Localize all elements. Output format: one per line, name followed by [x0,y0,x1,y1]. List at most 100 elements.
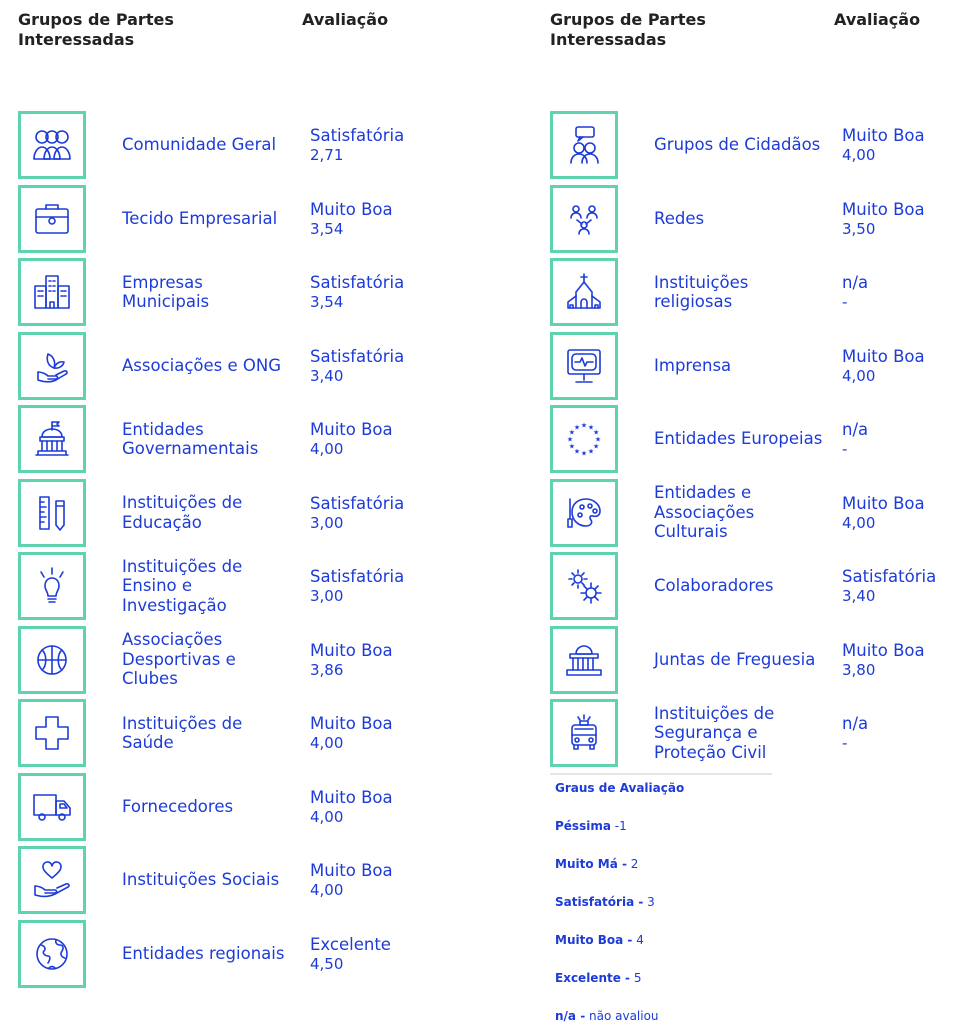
stakeholder-name: Instituições de Saúde [122,713,243,753]
evaluation: Muito Boa 4,00 [842,111,955,179]
fire-truck-icon [550,699,618,767]
stakeholder-name: Colaboradores [654,576,774,596]
evaluation-label: Muito Boa [310,199,393,219]
evaluation-label: Muito Boa [842,493,925,513]
svg-text:★: ★ [593,429,599,437]
stakeholder-name: Juntas de Freguesia [654,649,816,669]
stakeholder-name: Imprensa [654,355,732,375]
stakeholder-name: Associações e ONG [122,355,282,375]
evaluation-score: 3,50 [842,219,876,238]
header-stakeholder-groups: Grupos de Partes Interessadas [550,10,706,49]
stakeholder-name: Instituições de Segurança e Proteção Civ… [654,703,775,762]
evaluation: Satisfatória 3,40 [310,332,450,400]
svg-text:★: ★ [581,422,587,430]
hand-heart-icon [18,846,86,914]
legend-item: Excelente - 5 [555,970,855,986]
evaluation-score: 4,00 [310,734,344,752]
evaluation-score: - [842,440,848,458]
evaluation-label: Satisfatória [310,273,405,292]
gears-icon [550,552,618,620]
legend-item: Satisfatória - 3 [555,894,855,910]
legend-item-value: 3 [643,895,655,909]
evaluation-score: 3,00 [310,513,344,532]
evaluation-score: 4,00 [310,440,344,458]
evaluation-score: 4,50 [310,954,344,973]
evaluation-label: n/a [842,273,869,292]
evaluation-score: 3,40 [310,366,344,385]
evaluation-label: Satisfatória [310,493,405,513]
evaluation-score: 4,00 [842,366,876,385]
evaluation-score: 3,00 [310,587,344,605]
evaluation-score: 4,00 [842,146,876,164]
legend-item-value: 5 [630,971,642,985]
header-evaluation: Avaliação [834,10,921,29]
legend-item-label: Excelente - [555,971,631,985]
legend-item-label: Muito Boa - [555,933,633,947]
buildings-icon [18,258,86,326]
basketball-icon [18,625,86,694]
stakeholder-name: Entidades e Associações Culturais [654,483,755,542]
evaluation: Muito Boa 3,80 [842,626,955,694]
evaluation: Satisfatória 3,00 [310,552,450,620]
evaluation-score: 3,80 [842,660,876,679]
evaluation: n/a - [842,405,955,473]
lightbulb-icon [18,552,86,620]
evaluation-label: Muito Boa [310,420,393,439]
evaluation-label: Excelente [310,934,391,954]
globe-icon [18,919,86,988]
header-evaluation: Avaliação [302,10,389,29]
right-header: Grupos de Partes Interessadas Avaliação [550,0,955,92]
legend-item-label: Péssima [555,819,611,833]
stakeholder-name: Fornecedores [122,796,234,816]
evaluation: Muito Boa 3,54 [310,185,450,253]
svg-text:★: ★ [567,436,573,444]
left-header: Grupos de Partes Interessadas Avaliação [18,0,458,92]
evaluation-label: Muito Boa [842,346,925,366]
evaluation-score: - [842,734,848,752]
legend-items: Péssima -1 Muito Má - 2 Satisfatória - 3 Mu… [555,818,855,1024]
network-icon [550,184,618,253]
svg-text:★: ★ [569,443,575,451]
legend-item-label: n/a - [555,1009,586,1023]
legend-item: n/a - não avaliou [555,1008,855,1024]
legend-item-label: Satisfatória - [555,895,644,909]
evaluation: Satisfatória 3,40 [842,552,955,620]
ruler-pencil-icon [18,478,86,547]
church-icon [550,258,618,326]
right-column: Grupos de Partes Interessadas Avaliação … [550,0,955,767]
evaluation-score: - [842,293,848,311]
evaluation-label: Muito Boa [842,640,925,660]
evaluation: Muito Boa 4,00 [310,846,450,914]
evaluation: Excelente 4,50 [310,920,450,988]
stakeholder-name: Redes [654,208,705,228]
briefcase-icon [18,184,86,253]
evaluation-label: Satisfatória [310,567,405,586]
evaluation: Satisfatória 3,00 [310,479,450,547]
hand-plant-icon [18,331,86,400]
evaluation-label: Muito Boa [842,126,925,145]
evaluation: Muito Boa 4,00 [310,773,450,841]
evaluation-label: Muito Boa [310,787,393,807]
evaluation-label: Satisfatória [310,346,405,366]
evaluation-label: Satisfatória [842,567,937,586]
stakeholder-name: Entidades regionais [122,943,285,963]
legend-item: Péssima -1 [555,818,855,834]
evaluation: Muito Boa 4,00 [310,405,450,473]
stakeholder-name: Instituições de Ensino e Investigação [122,556,243,615]
eu-stars-icon: ★ ★ ★ ★ ★ ★ ★ ★ ★ ★ ★ ★ [550,405,618,473]
evaluation-label: Muito Boa [842,199,925,219]
evaluation: Muito Boa 3,50 [842,185,955,253]
evaluation: Satisfatória 2,71 [310,111,450,179]
health-cross-icon [18,699,86,767]
legend-item-value: 4 [632,933,644,947]
svg-text:★: ★ [588,448,594,456]
palette-icon [550,478,618,547]
evaluation-label: Satisfatória [310,126,405,145]
community-icon [18,111,86,179]
evaluation-label: n/a [842,420,869,439]
evaluation-score: 4,00 [842,513,876,532]
chat-people-icon [550,111,618,179]
evaluation-label: Muito Boa [310,714,393,733]
evaluation-score: 4,00 [310,881,344,899]
evaluation-score: 3,54 [310,219,344,238]
